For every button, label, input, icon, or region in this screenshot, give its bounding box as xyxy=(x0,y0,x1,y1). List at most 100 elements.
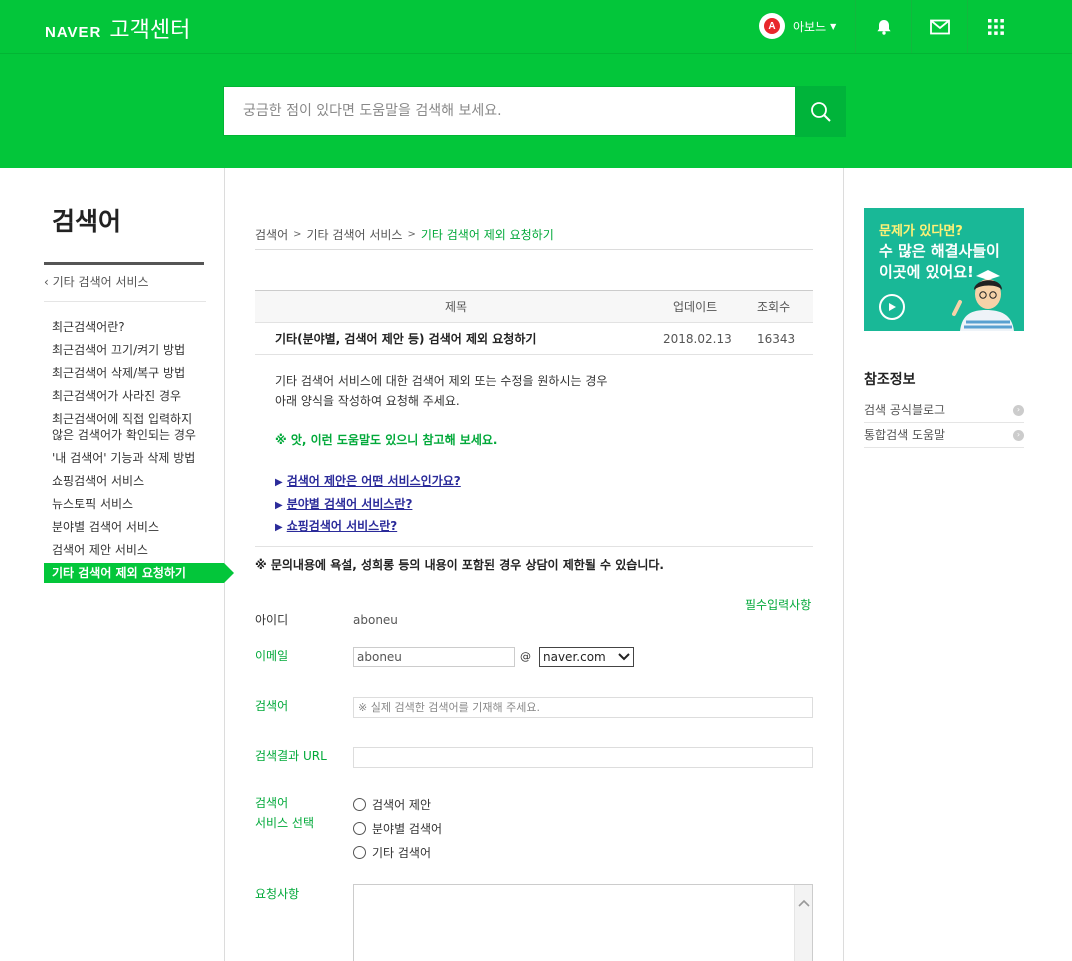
lnb-item[interactable]: 최근검색어란? xyxy=(44,317,229,337)
service-option[interactable]: 기타 검색어 xyxy=(353,844,431,861)
promo-heading: 문제가 있다면? xyxy=(879,224,963,239)
description-line: 아래 양식을 작성하여 요청해 주세요. xyxy=(275,394,460,408)
search-button[interactable] xyxy=(795,86,846,137)
email-field[interactable] xyxy=(353,647,515,667)
lnb-item[interactable]: '내 검색어' 기능과 삭제 방법 xyxy=(44,448,229,468)
article-title: 기타(분야별, 검색어 제안 등) 검색어 제외 요청하기 xyxy=(275,332,537,346)
service-option[interactable]: 분야별 검색어 xyxy=(353,820,442,837)
notification-bell-icon[interactable] xyxy=(855,0,911,53)
lnb-item[interactable]: 검색어 제안 서비스 xyxy=(44,540,229,560)
request-label: 요청사항 xyxy=(255,887,300,901)
service-option-label: 기타 검색어 xyxy=(372,846,432,860)
related-link[interactable]: 쇼핑검색어 서비스란? xyxy=(287,519,398,533)
lnb-item[interactable]: 최근검색어 삭제/복구 방법 xyxy=(44,363,229,383)
reference-item-label[interactable]: 통합검색 도움말 xyxy=(864,423,945,447)
app-grid-icon[interactable] xyxy=(967,0,1023,53)
related-link[interactable]: 분야별 검색어 서비스란? xyxy=(287,497,413,511)
divider xyxy=(255,546,813,547)
article-views: 16343 xyxy=(757,332,796,346)
logo[interactable]: NAVER 고객센터 xyxy=(45,12,190,44)
email-label: 이메일 xyxy=(255,649,289,663)
search-icon xyxy=(810,101,831,122)
service-title[interactable]: 고객센터 xyxy=(109,12,190,44)
radio-button[interactable] xyxy=(353,846,366,859)
related-link[interactable]: 검색어 제안은 어떤 서비스인가요? xyxy=(287,474,461,488)
lnb-item[interactable]: 최근검색어가 사라진 경우 xyxy=(44,386,229,406)
search-box xyxy=(223,86,796,136)
reference-item[interactable]: 통합검색 도움말 › xyxy=(864,423,1024,448)
chevron-down-icon[interactable]: ▼ xyxy=(830,22,836,31)
search-banner xyxy=(0,54,1072,168)
breadcrumb-item[interactable]: 기타 검색어 서비스 xyxy=(307,226,403,243)
service-label: 검색어 서비스 선택 xyxy=(255,793,314,833)
column-header-title: 제목 xyxy=(445,300,468,314)
lnb-back-link[interactable]: ‹ 기타 검색어 서비스 xyxy=(44,273,149,290)
divider xyxy=(44,301,206,302)
triangle-right-icon: ▶ xyxy=(275,499,283,511)
chevron-left-icon: ‹ xyxy=(44,275,49,289)
breadcrumb-current: 기타 검색어 제외 요청하기 xyxy=(420,228,554,242)
chevron-right-icon: > xyxy=(407,229,416,240)
email-domain-select[interactable]: naver.com xyxy=(539,647,634,667)
avatar-initial: A xyxy=(764,18,780,34)
search-input[interactable] xyxy=(224,87,795,135)
lnb-menu: 최근검색어란? 최근검색어 끄기/켜기 방법 최근검색어 삭제/복구 방법 최근… xyxy=(44,317,234,586)
warning-notice: ※ 문의내용에 욕설, 성희롱 등의 내용이 포함된 경우 상담이 제한될 수 … xyxy=(255,558,664,572)
url-input[interactable] xyxy=(353,747,813,768)
radio-button[interactable] xyxy=(353,798,366,811)
breadcrumb-item[interactable]: 검색어 xyxy=(255,226,288,243)
article-updated: 2018.02.13 xyxy=(663,332,732,346)
lnb-title: 검색어 xyxy=(52,207,122,236)
at-symbol: @ xyxy=(520,650,531,663)
help-promo-banner[interactable]: 문제가 있다면? 수 많은 해결사들이 이곳에 있어요! xyxy=(864,208,1024,331)
reference-item[interactable]: 검색 공식블로그 › xyxy=(864,398,1024,423)
lnb-item[interactable]: 최근검색어 끄기/켜기 방법 xyxy=(44,340,229,360)
chevron-right-icon: > xyxy=(293,229,302,240)
reference-item-label[interactable]: 검색 공식블로그 xyxy=(864,398,945,422)
email-domain-value: naver.com xyxy=(543,650,606,664)
chevron-down-icon xyxy=(618,653,630,661)
keyword-input[interactable] xyxy=(353,697,813,718)
service-option-label: 분야별 검색어 xyxy=(372,822,443,836)
url-label: 검색결과 URL xyxy=(255,749,327,763)
breadcrumb: 검색어 > 기타 검색어 서비스 > 기타 검색어 제외 요청하기 xyxy=(255,226,554,243)
radio-button[interactable] xyxy=(353,822,366,835)
table-row: 기타(분야별, 검색어 제안 등) 검색어 제외 요청하기 2018.02.13… xyxy=(255,323,813,355)
scrollbar[interactable] xyxy=(794,885,812,961)
lnb-item[interactable]: 뉴스토픽 서비스 xyxy=(44,494,229,514)
lnb-item-active[interactable]: 기타 검색어 제외 요청하기 xyxy=(44,563,234,583)
service-option-label: 검색어 제안 xyxy=(372,798,432,812)
service-option[interactable]: 검색어 제안 xyxy=(353,796,431,813)
arrow-right-icon: › xyxy=(1013,429,1024,441)
related-link-item[interactable]: ▶ 검색어 제안은 어떤 서비스인가요? xyxy=(275,471,461,494)
service-label-line: 서비스 선택 xyxy=(255,816,315,830)
avatar[interactable]: A xyxy=(759,13,785,39)
helper-character-illustration xyxy=(952,270,1014,331)
request-textarea[interactable] xyxy=(353,884,813,961)
required-note: 필수입력사항 xyxy=(745,598,812,612)
related-link-item[interactable]: ▶ 분야별 검색어 서비스란? xyxy=(275,494,461,517)
id-label: 아이디 xyxy=(255,613,289,627)
related-links: ▶ 검색어 제안은 어떤 서비스인가요? ▶ 분야별 검색어 서비스란? ▶ 쇼핑검색… xyxy=(275,471,461,539)
mail-icon[interactable] xyxy=(911,0,967,53)
top-header: NAVER 고객센터 A 아보느 ▼ xyxy=(0,0,1072,54)
lnb-item[interactable]: 쇼핑검색어 서비스 xyxy=(44,471,229,491)
play-icon[interactable] xyxy=(879,294,905,320)
column-header-views: 조회수 xyxy=(757,300,791,314)
arrow-right-icon: › xyxy=(1013,404,1024,416)
related-tip: ※ 앗, 이런 도움말도 있으니 참고해 보세요. xyxy=(275,433,498,447)
reference-title: 참조정보 xyxy=(864,372,916,388)
user-menu[interactable]: A 아보느 ▼ xyxy=(759,13,836,39)
description-line: 기타 검색어 서비스에 대한 검색어 제외 또는 수정을 원하시는 경우 xyxy=(275,374,608,388)
table-header: 제목 업데이트 조회수 xyxy=(255,290,813,323)
user-name[interactable]: 아보느 xyxy=(793,18,826,35)
right-divider xyxy=(843,168,844,961)
lnb-back-label: 기타 검색어 서비스 xyxy=(52,275,149,289)
lnb-item[interactable]: 최근검색어에 직접 입력하지 않은 검색어가 확인되는 경우 xyxy=(44,409,214,445)
service-label-line: 검색어 xyxy=(255,796,289,810)
lnb-item[interactable]: 분야별 검색어 서비스 xyxy=(44,517,229,537)
related-link-item[interactable]: ▶ 쇼핑검색어 서비스란? xyxy=(275,516,461,539)
chevron-up-icon[interactable] xyxy=(797,899,810,907)
article-description: 기타 검색어 서비스에 대한 검색어 제외 또는 수정을 원하시는 경우 아래 … xyxy=(275,371,607,411)
naver-logo[interactable]: NAVER xyxy=(45,24,101,41)
